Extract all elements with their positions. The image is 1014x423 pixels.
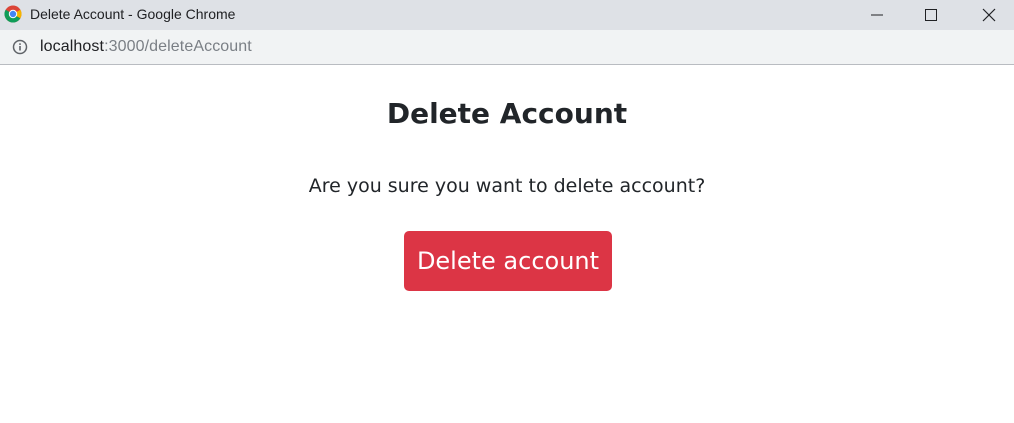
url-host: localhost — [40, 38, 105, 55]
page-content: Delete Account Are you sure you want to … — [0, 65, 1014, 423]
minimize-icon — [871, 14, 883, 16]
page-title: Delete Account — [386, 97, 628, 130]
minimize-button[interactable] — [848, 0, 906, 30]
confirmation-prompt: Are you sure you want to delete account? — [308, 175, 706, 197]
window-title: Delete Account - Google Chrome — [30, 6, 236, 22]
browser-window: Delete Account - Google Chrome localhost… — [0, 0, 1014, 423]
maximize-button[interactable] — [902, 0, 960, 30]
url-path: :3000/deleteAccount — [104, 38, 252, 55]
title-bar[interactable]: Delete Account - Google Chrome — [0, 0, 1014, 30]
info-icon[interactable] — [12, 39, 28, 55]
close-icon — [982, 8, 996, 22]
chrome-icon — [4, 5, 22, 23]
maximize-icon — [925, 9, 937, 21]
url-text[interactable]: localhost:3000/deleteAccount — [40, 38, 252, 56]
address-bar[interactable]: localhost:3000/deleteAccount — [0, 30, 1014, 65]
close-button[interactable] — [960, 0, 1014, 30]
delete-account-button[interactable]: Delete account — [404, 231, 612, 291]
